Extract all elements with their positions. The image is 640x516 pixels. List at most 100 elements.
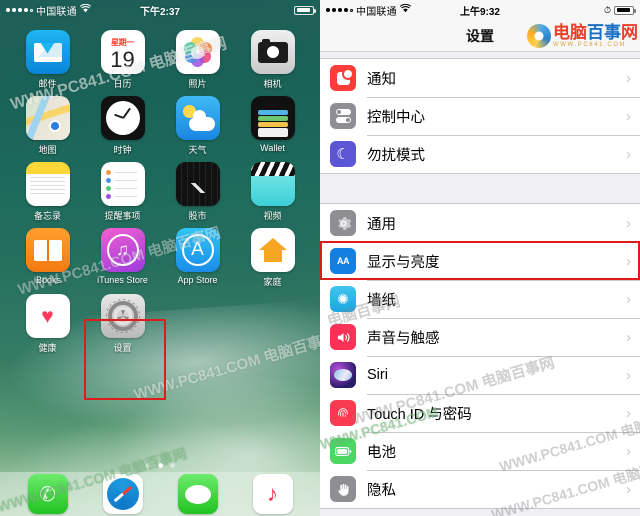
settings-row-general[interactable]: 通用 › [320,204,640,242]
app-weather[interactable]: 天气 [160,90,235,156]
home-status-right [294,5,316,15]
general-gear-icon [330,210,356,236]
app-reminders[interactable]: 提醒事项 [85,156,160,222]
battery-settings-icon [330,438,356,464]
app-label: 备忘录 [33,211,61,221]
settings-row-control-center[interactable]: 控制中心 › [320,97,640,135]
app-wallet[interactable]: Wallet [235,90,310,156]
app-itunes-store[interactable]: ♫ iTunes Store [85,222,160,288]
photos-icon [175,30,220,74]
display-brightness-icon: AA [330,248,356,274]
settings-group-2: 通用 › AA 显示与亮度 › ✺ 墙纸 › 声音与触感 › Siri › To… [320,203,640,509]
group-separator-gap [320,174,640,203]
app-maps[interactable]: 地图 [10,90,85,156]
app-row: 邮件 星期一 19 日历 照片 相机 [10,24,310,90]
battery-icon [614,5,636,15]
logo-mark-icon [527,24,551,48]
settings-status-bar: 中国联通 上午9:32 ⏱ [320,0,640,20]
app-home[interactable]: 家庭 [235,222,310,288]
stocks-icon [175,162,220,206]
ibooks-icon [25,228,70,272]
page-title: 设置 [466,27,494,44]
app-grid: 邮件 星期一 19 日历 照片 相机 地图 时钟 天气 Wallet 备忘录 提… [0,20,320,354]
row-label: Siri [367,367,388,383]
settings-row-do-not-disturb[interactable]: ☾ 勿扰模式 › [320,135,640,173]
settings-list[interactable]: 通知 › 控制中心 › ☾ 勿扰模式 › 通用 › AA 显示与亮度 › ✺ 墙… [320,52,640,516]
itunes-store-icon: ♫ [100,228,145,272]
app-label: 设置 [113,343,132,353]
site-logo: 电脑百事网 WWW.PC841.COM [527,20,638,52]
speaker-glyph [337,332,349,342]
app-label: 相机 [263,79,282,89]
chevron-right-icon: › [626,328,631,346]
settings-row-wallpaper[interactable]: ✺ 墙纸 › [320,280,640,318]
app-health[interactable]: ♥ 健康 [10,288,85,354]
app-label: iBooks [33,275,61,285]
settings-gear-icon [100,294,145,338]
calendar-icon: 星期一 19 [100,30,145,74]
app-label: iTunes Store [97,275,148,285]
page-dot [145,463,151,468]
sounds-haptics-icon [330,324,356,350]
app-notes[interactable]: 备忘录 [10,156,85,222]
app-stocks[interactable]: 股市 [160,156,235,222]
fingerprint-glyph [338,408,348,417]
row-label: 勿扰模式 [367,147,425,164]
page-indicator-dots[interactable] [0,463,320,468]
reminders-icon [100,162,145,206]
notes-icon [25,162,70,206]
settings-row-siri[interactable]: Siri › [320,356,640,394]
app-settings[interactable]: 设置 [85,288,160,354]
row-label: 通用 [367,216,396,233]
app-app-store[interactable]: A App Store [160,222,235,288]
app-label: 天气 [188,145,207,155]
settings-navbar: 设置 电脑百事网 WWW.PC841.COM [320,20,640,52]
health-icon: ♥ [25,294,70,338]
app-photos[interactable]: 照片 [160,24,235,90]
settings-row-battery[interactable]: 电池 › [320,432,640,470]
page-dot [169,463,175,468]
alarm-icon: ⏱ [603,4,611,15]
dual-phone-screenshot: 中国联通 下午2:37 邮件 星期一 19 日历 照片 相机 地图 时钟 天气 … [0,0,640,516]
control-center-icon [330,103,356,129]
app-mail[interactable]: 邮件 [10,24,85,90]
app-row: 地图 时钟 天气 Wallet [10,90,310,156]
do-not-disturb-icon: ☾ [330,141,356,167]
settings-status-right: ⏱ [603,4,636,15]
music-icon[interactable]: ♪ [252,474,293,514]
settings-row-privacy[interactable]: 隐私 › [320,470,640,508]
messages-icon[interactable] [177,474,218,514]
app-label: 照片 [188,79,207,89]
settings-row-touch-id[interactable]: Touch ID 与密码 › [320,394,640,432]
privacy-icon [330,476,356,502]
weather-icon [175,96,220,140]
chevron-right-icon: › [626,290,631,308]
settings-row-notifications[interactable]: 通知 › [320,59,640,97]
calendar-day: 19 [110,46,135,72]
row-label: Touch ID 与密码 [367,406,472,423]
app-calendar[interactable]: 星期一 19 日历 [85,24,160,90]
chevron-right-icon: › [626,480,631,498]
clock-icon [100,96,145,140]
app-label: 日历 [113,79,132,89]
app-videos[interactable]: 视频 [235,156,310,222]
app-clock[interactable]: 时钟 [85,90,160,156]
settings-row-sounds-haptics[interactable]: 声音与触感 › [320,318,640,356]
app-camera[interactable]: 相机 [235,24,310,90]
chevron-right-icon: › [626,442,631,460]
chevron-right-icon: › [626,404,631,422]
settings-panel: 中国联通 上午9:32 ⏱ 设置 电脑百事网 WWW.PC841.COM 通知 … [320,0,640,516]
settings-clock-label: 上午9:32 [459,6,500,18]
app-ibooks[interactable]: iBooks [10,222,85,288]
phone-icon[interactable]: ✆ [27,474,68,514]
logo-part-2: 百事 [587,23,621,42]
safari-icon[interactable] [102,474,143,514]
row-label: 声音与触感 [367,330,440,347]
mail-icon [25,30,70,74]
settings-row-display-brightness[interactable]: AA 显示与亮度 › [320,242,640,280]
row-label: 电池 [367,444,396,461]
home-clock-label: 下午2:37 [139,6,180,18]
app-row: ♥ 健康 设置 [10,288,310,354]
videos-icon [250,162,295,206]
app-label: 家庭 [263,277,282,287]
